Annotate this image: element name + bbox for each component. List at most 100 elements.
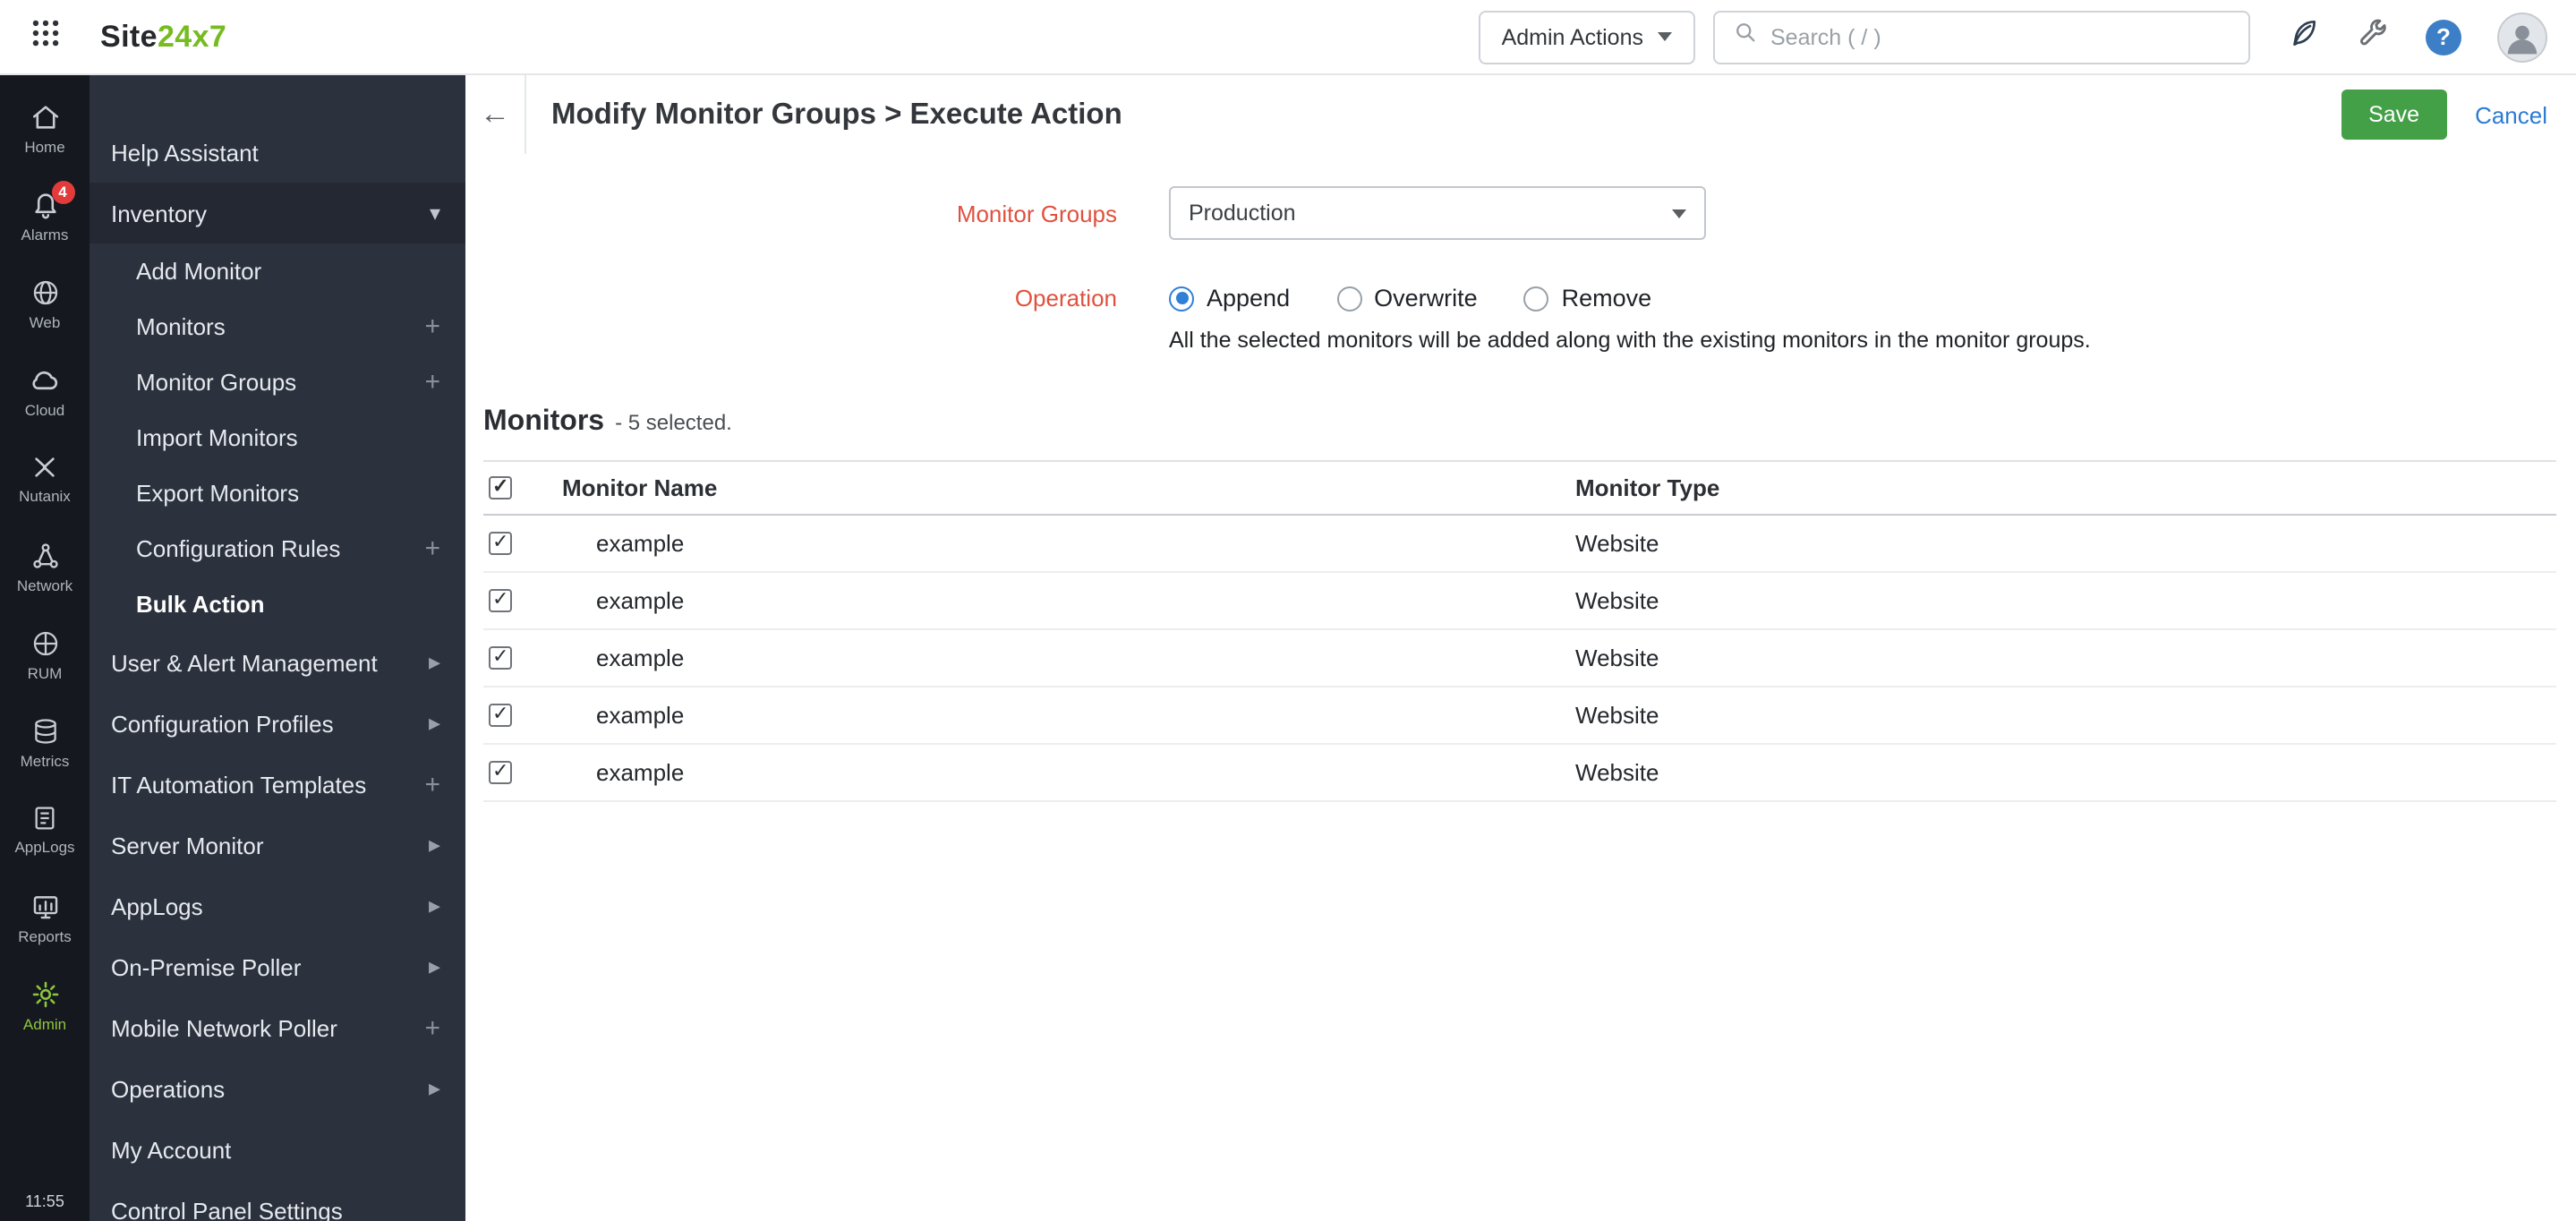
monitor-name-cell: example [596, 530, 685, 557]
icon-rail: Home 4 Alarms Web Cloud Nutanix Network … [0, 75, 90, 1221]
rail-clock: 11:55 [25, 1192, 64, 1210]
sidebar-item-applogs[interactable]: AppLogs [90, 875, 465, 936]
rum-globe-icon [30, 628, 60, 658]
sidebar-item-export-monitors[interactable]: Export Monitors [90, 465, 465, 521]
apps-grid-icon [28, 15, 62, 58]
radio-overwrite[interactable]: Overwrite [1336, 285, 1478, 312]
monitors-selected-count: - 5 selected. [615, 410, 732, 435]
network-nodes-icon [30, 540, 60, 570]
chevron-right-icon [429, 831, 440, 859]
plus-icon[interactable] [424, 534, 440, 564]
operation-help-text: All the selected monitors will be added … [1169, 328, 2091, 353]
back-button[interactable] [465, 75, 526, 154]
cloud-icon [29, 363, 61, 396]
sidebar-item-monitors[interactable]: Monitors [90, 299, 465, 354]
sidebar-item-operations[interactable]: Operations [90, 1058, 465, 1119]
rail-item-home[interactable]: Home [0, 84, 90, 172]
chevron-right-icon [429, 648, 440, 677]
monitor-type-cell: Website [1575, 530, 1659, 557]
monitor-groups-label: Monitor Groups [956, 200, 1117, 226]
applogs-doc-icon [30, 804, 59, 832]
logo-24x7: 24x7 [157, 19, 227, 53]
sidebar-item-server-monitor[interactable]: Server Monitor [90, 815, 465, 875]
table-row: example Website [483, 573, 2556, 630]
column-header-monitor-name: Monitor Name [562, 474, 718, 501]
sidebar-item-configuration-profiles[interactable]: Configuration Profiles [90, 693, 465, 754]
cancel-link[interactable]: Cancel [2475, 101, 2547, 128]
row-checkbox[interactable] [489, 587, 512, 612]
rail-item-rum[interactable]: RUM [0, 610, 90, 698]
sidebar-item-monitor-groups[interactable]: Monitor Groups [90, 354, 465, 410]
rail-item-nutanix[interactable]: Nutanix [0, 435, 90, 523]
rail-item-alarms[interactable]: 4 Alarms [0, 172, 90, 260]
logo-site: Site [100, 19, 158, 53]
radio-dot [1523, 286, 1549, 311]
wrench-icon[interactable] [2356, 15, 2390, 58]
plus-icon[interactable] [424, 367, 440, 397]
home-icon [30, 101, 60, 132]
row-checkbox[interactable] [489, 530, 512, 555]
column-header-monitor-type: Monitor Type [1575, 474, 1720, 501]
monitor-type-cell: Website [1575, 645, 1659, 671]
row-checkbox[interactable] [489, 702, 512, 727]
table-row: example Website [483, 630, 2556, 687]
monitor-groups-select[interactable]: Production [1169, 186, 1706, 240]
sidebar-item-bulk-action[interactable]: Bulk Action [90, 576, 465, 632]
avatar[interactable] [2497, 12, 2547, 62]
back-arrow-icon [480, 97, 510, 132]
plus-icon[interactable] [424, 1012, 440, 1043]
sidebar-item-mobile-network-poller[interactable]: Mobile Network Poller [90, 997, 465, 1058]
rail-item-network[interactable]: Network [0, 523, 90, 610]
sidebar-item-on-premise-poller[interactable]: On-Premise Poller [90, 936, 465, 997]
monitor-name-cell: example [596, 759, 685, 786]
globe-icon [30, 277, 60, 307]
monitor-type-cell: Website [1575, 587, 1659, 614]
radio-append[interactable]: Append [1169, 285, 1290, 312]
sidebar-item-my-account[interactable]: My Account [90, 1119, 465, 1180]
rail-item-admin[interactable]: Admin [0, 961, 90, 1049]
chevron-right-icon [429, 952, 440, 981]
radio-dot [1169, 286, 1194, 311]
rail-item-applogs[interactable]: AppLogs [0, 786, 90, 874]
feather-icon[interactable] [2286, 15, 2320, 58]
rail-item-metrics[interactable]: Metrics [0, 698, 90, 786]
admin-actions-dropdown[interactable]: Admin Actions [1478, 10, 1695, 64]
monitor-groups-row: Monitor Groups Production [465, 186, 2576, 240]
nutanix-x-icon [30, 453, 59, 482]
page-header: Modify Monitor Groups > Execute Action S… [465, 75, 2576, 154]
topbar: Site24x7 Admin Actions [0, 0, 2576, 75]
sidebar-item-it-automation-templates[interactable]: IT Automation Templates [90, 754, 465, 815]
select-all-checkbox[interactable] [489, 474, 512, 500]
reports-chart-icon [30, 891, 60, 921]
radio-remove[interactable]: Remove [1523, 285, 1651, 312]
table-row: example Website [483, 516, 2556, 573]
plus-icon[interactable] [424, 769, 440, 799]
plus-icon[interactable] [424, 312, 440, 342]
rail-item-web[interactable]: Web [0, 260, 90, 347]
sidebar: Help Assistant Inventory Add Monitor Mon… [90, 75, 465, 1221]
site24x7-logo[interactable]: Site24x7 [100, 19, 226, 55]
global-search[interactable] [1713, 10, 2250, 64]
sidebar-item-configuration-rules[interactable]: Configuration Rules [90, 521, 465, 576]
monitors-table: Monitor Name Monitor Type example Websit… [483, 460, 2556, 802]
bell-icon: 4 [30, 180, 74, 219]
sidebar-item-add-monitor[interactable]: Add Monitor [90, 243, 465, 299]
search-input[interactable] [1770, 24, 2231, 49]
sidebar-item-help-assistant[interactable]: Help Assistant [90, 122, 465, 183]
save-button[interactable]: Save [2341, 90, 2447, 140]
apps-grid-button[interactable] [0, 15, 90, 58]
sidebar-item-user-alert-management[interactable]: User & Alert Management [90, 632, 465, 693]
rail-item-cloud[interactable]: Cloud [0, 347, 90, 435]
sidebar-item-import-monitors[interactable]: Import Monitors [90, 410, 465, 465]
radio-dot [1336, 286, 1362, 311]
monitor-type-cell: Website [1575, 702, 1659, 729]
table-row: example Website [483, 687, 2556, 745]
rail-item-reports[interactable]: Reports [0, 874, 90, 961]
chevron-down-icon [1672, 209, 1686, 218]
operation-help-row: All the selected monitors will be added … [465, 328, 2576, 353]
sidebar-item-control-panel-settings[interactable]: Control Panel Settings [90, 1180, 465, 1221]
help-icon[interactable] [2426, 19, 2461, 55]
row-checkbox[interactable] [489, 759, 512, 784]
row-checkbox[interactable] [489, 645, 512, 670]
sidebar-item-inventory[interactable]: Inventory [90, 183, 465, 243]
